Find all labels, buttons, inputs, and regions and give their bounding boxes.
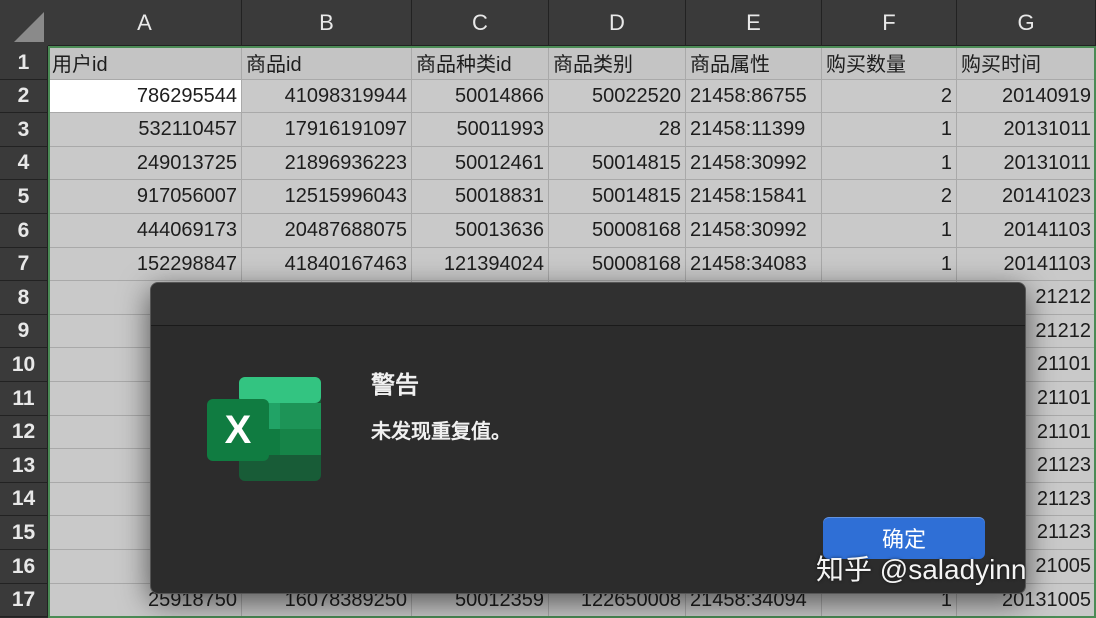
column-header-g[interactable]: G: [957, 0, 1096, 46]
table-cell[interactable]: 50014815: [549, 147, 686, 180]
table-cell[interactable]: 21458:15841: [686, 180, 822, 214]
row-header-9[interactable]: 9: [0, 315, 48, 348]
table-cell[interactable]: 20487688075: [242, 214, 412, 248]
table-cell[interactable]: 20141103: [957, 214, 1096, 248]
table-cell[interactable]: 50012461: [412, 147, 549, 180]
table-cell[interactable]: 21458:34083: [686, 248, 822, 281]
table-cell[interactable]: 17916191097: [242, 113, 412, 147]
row-header-4[interactable]: 4: [0, 147, 48, 180]
watermark: 知乎 @saladyinn: [816, 554, 1027, 585]
table-cell[interactable]: 152298847: [48, 248, 242, 281]
table-cell[interactable]: 21896936223: [242, 147, 412, 180]
table-cell[interactable]: 12515996043: [242, 180, 412, 214]
select-all-corner[interactable]: [0, 0, 49, 47]
table-cell[interactable]: 1: [822, 214, 957, 248]
table-cell[interactable]: 50022520: [549, 80, 686, 113]
table-cell[interactable]: 21458:86755: [686, 80, 822, 113]
table-cell[interactable]: 1: [822, 113, 957, 147]
column-header-f[interactable]: F: [822, 0, 957, 46]
table-cell[interactable]: 20141023: [957, 180, 1096, 214]
column-header-b[interactable]: B: [242, 0, 412, 46]
table-cell[interactable]: 50018831: [412, 180, 549, 214]
row-header-16[interactable]: 16: [0, 550, 48, 584]
table-cell[interactable]: 444069173: [48, 214, 242, 248]
dialog-title: 警告: [371, 372, 419, 399]
table-cell[interactable]: 249013725: [48, 147, 242, 180]
active-cell[interactable]: 786295544: [48, 80, 242, 113]
row-header-11[interactable]: 11: [0, 382, 48, 416]
row-header-13[interactable]: 13: [0, 449, 48, 483]
table-cell[interactable]: 1: [822, 147, 957, 180]
table-cell[interactable]: 21458:11399: [686, 113, 822, 147]
table-cell[interactable]: 21458:30992: [686, 147, 822, 180]
table-cell[interactable]: 917056007: [48, 180, 242, 214]
dialog-titlebar[interactable]: [151, 283, 1025, 326]
dialog-message: 未发现重复值。: [371, 421, 511, 443]
row-header-8[interactable]: 8: [0, 281, 48, 315]
table-cell[interactable]: 21458:30992: [686, 214, 822, 248]
table-cell[interactable]: 1: [822, 248, 957, 281]
table-cell[interactable]: 20131011: [957, 113, 1096, 147]
table-cell[interactable]: 2: [822, 80, 957, 113]
table-cell[interactable]: 121394024: [412, 248, 549, 281]
header-cell[interactable]: 商品id: [242, 46, 412, 80]
table-cell[interactable]: 41098319944: [242, 80, 412, 113]
row-header-1[interactable]: 1: [0, 46, 48, 80]
header-cell[interactable]: 商品属性: [686, 46, 822, 80]
table-cell[interactable]: 2: [822, 180, 957, 214]
table-cell[interactable]: 28: [549, 113, 686, 147]
column-header-e[interactable]: E: [686, 0, 822, 46]
table-cell[interactable]: 50013636: [412, 214, 549, 248]
row-header-15[interactable]: 15: [0, 516, 48, 550]
header-cell[interactable]: 用户id: [48, 46, 242, 80]
column-header-a[interactable]: A: [48, 0, 242, 46]
header-cell[interactable]: 商品类别: [549, 46, 686, 80]
select-all-triangle-icon: [14, 12, 44, 42]
row-header-5[interactable]: 5: [0, 180, 48, 214]
table-cell[interactable]: 20140919: [957, 80, 1096, 113]
row-header-14[interactable]: 14: [0, 483, 48, 516]
table-cell[interactable]: 532110457: [48, 113, 242, 147]
header-cell[interactable]: 购买数量: [822, 46, 957, 80]
table-cell[interactable]: 50011993: [412, 113, 549, 147]
row-header-10[interactable]: 10: [0, 348, 48, 382]
table-cell[interactable]: 20141103: [957, 248, 1096, 281]
row-header-3[interactable]: 3: [0, 113, 48, 147]
table-cell[interactable]: 20131011: [957, 147, 1096, 180]
table-cell[interactable]: 50008168: [549, 214, 686, 248]
row-header-7[interactable]: 7: [0, 248, 48, 281]
header-cell[interactable]: 购买时间: [957, 46, 1096, 80]
header-cell[interactable]: 商品种类id: [412, 46, 549, 80]
row-header-6[interactable]: 6: [0, 214, 48, 248]
row-header-17[interactable]: 17: [0, 584, 48, 617]
row-header-12[interactable]: 12: [0, 416, 48, 449]
column-header-c[interactable]: C: [412, 0, 549, 46]
excel-icon-letter: X: [225, 408, 252, 452]
table-cell[interactable]: 50014815: [549, 180, 686, 214]
table-cell[interactable]: 41840167463: [242, 248, 412, 281]
excel-app-icon: X: [205, 375, 325, 485]
column-header-d[interactable]: D: [549, 0, 686, 46]
table-cell[interactable]: 50014866: [412, 80, 549, 113]
table-cell[interactable]: 50008168: [549, 248, 686, 281]
row-header-2[interactable]: 2: [0, 80, 48, 113]
